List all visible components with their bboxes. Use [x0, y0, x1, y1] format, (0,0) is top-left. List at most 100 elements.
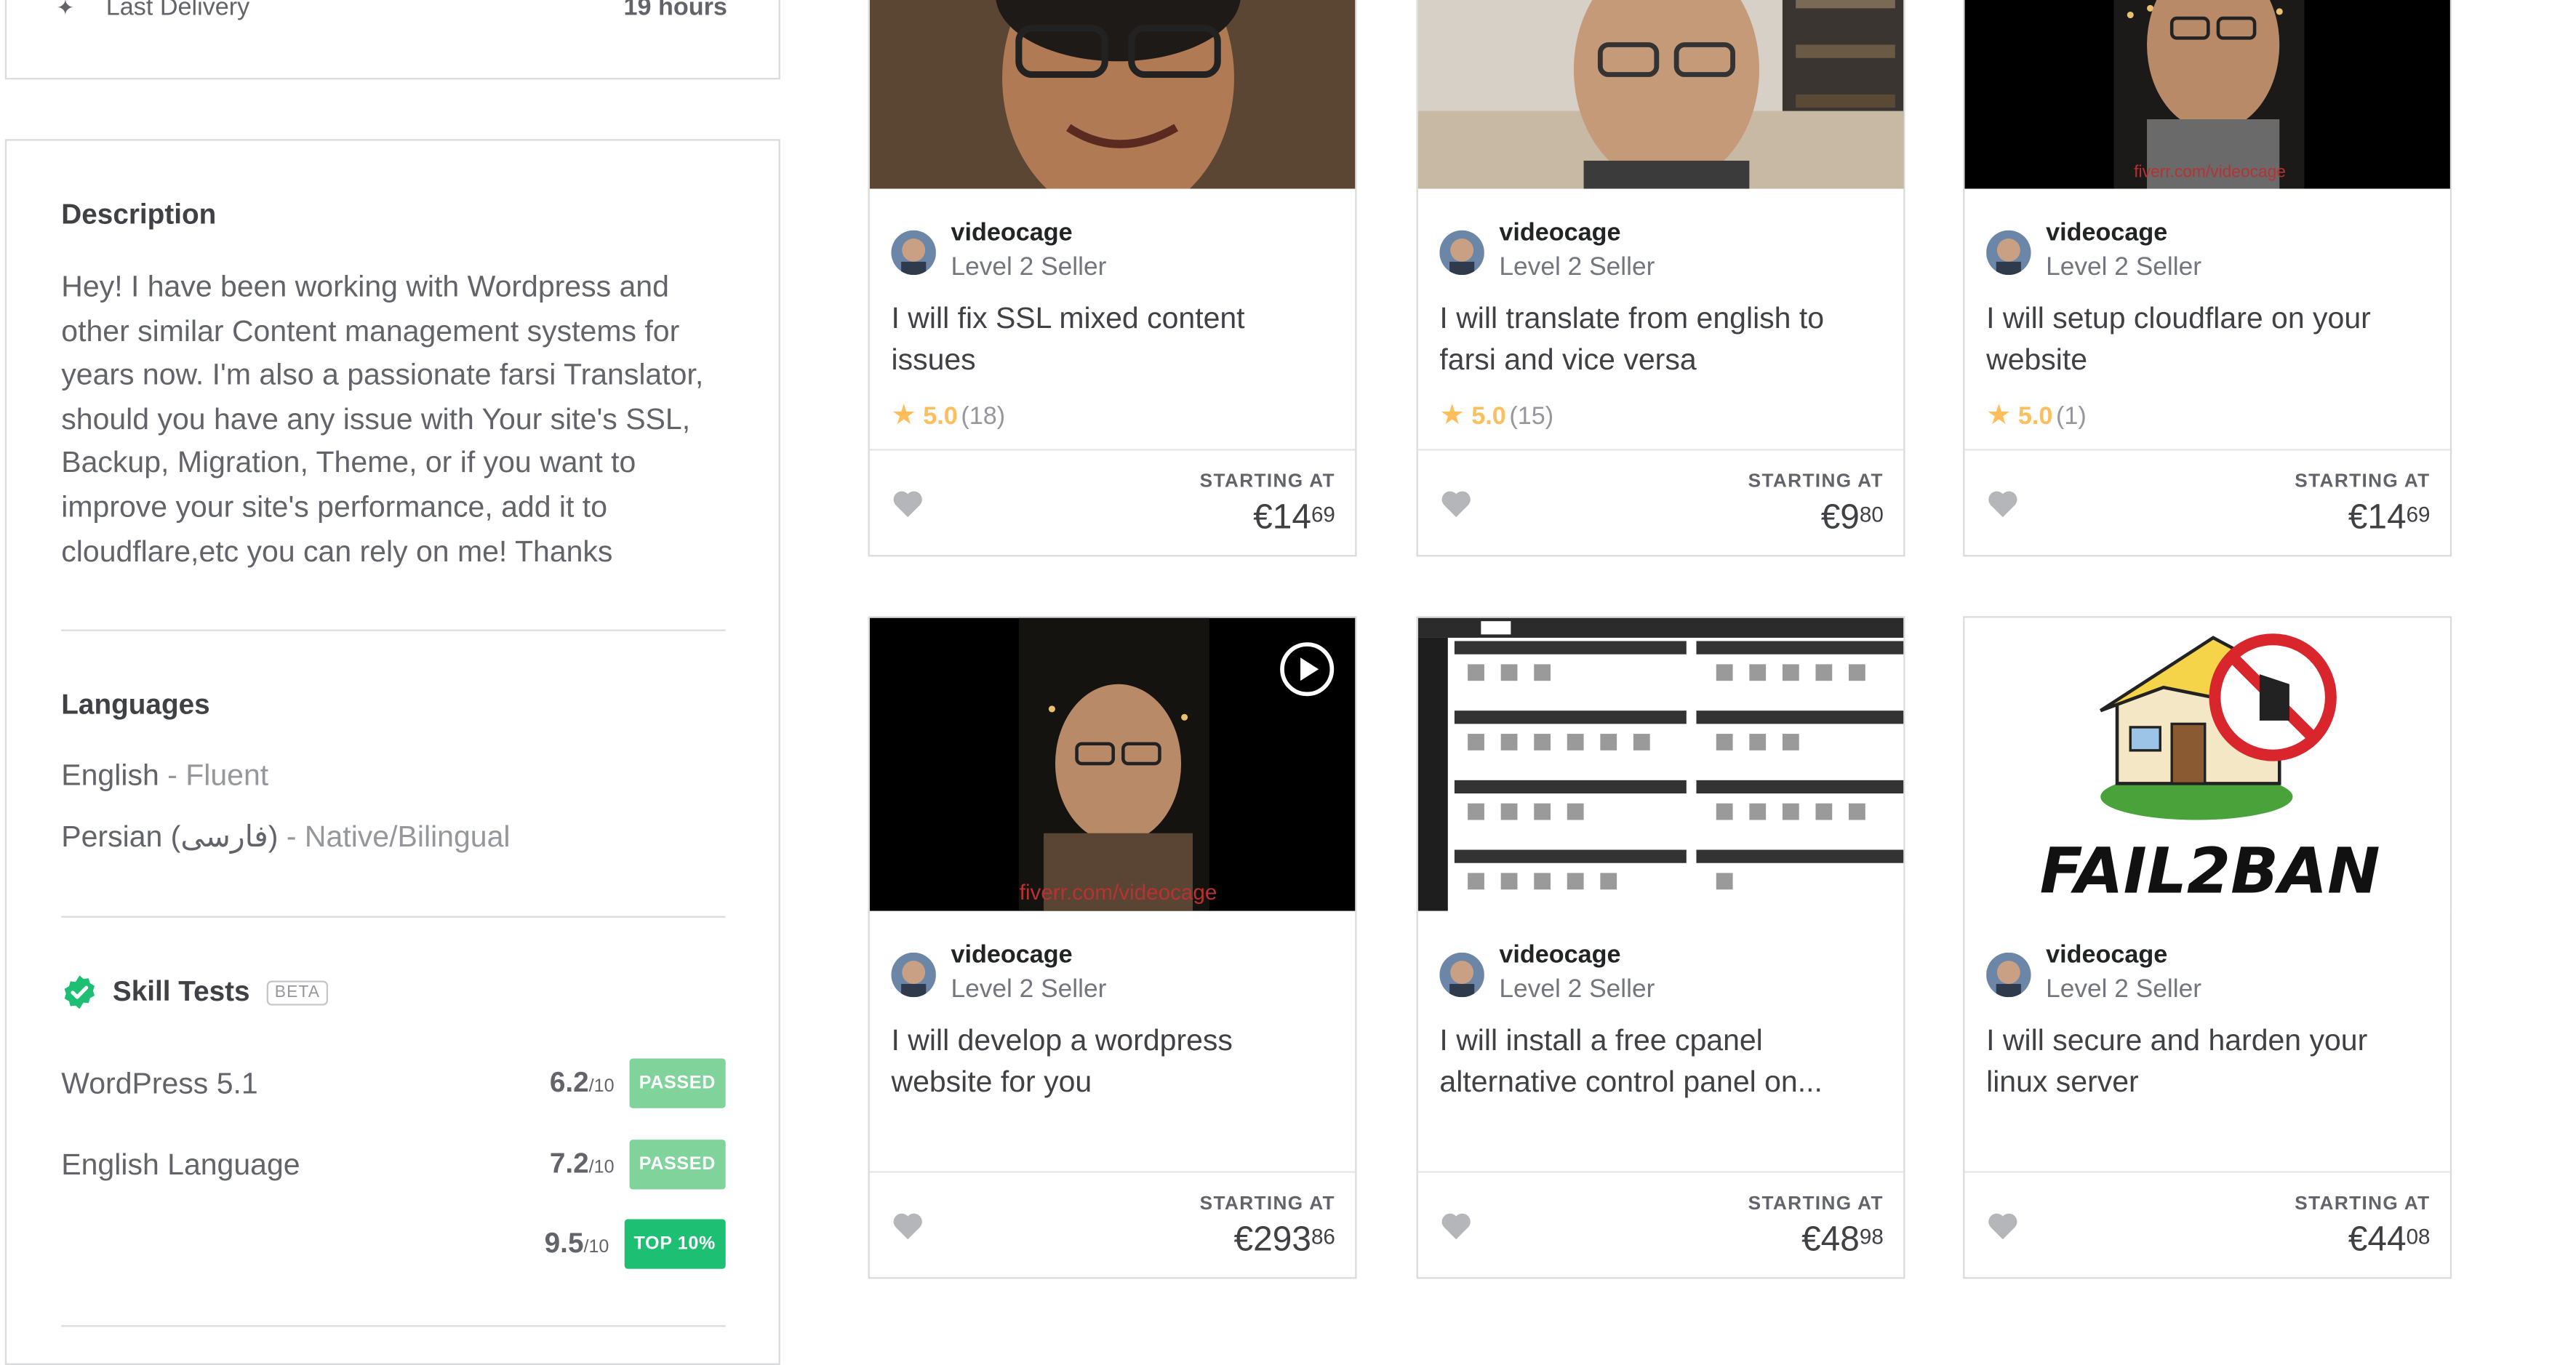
starting-at-label: STARTING AT — [2295, 1194, 2431, 1214]
price-cents: 08 — [2406, 1224, 2431, 1249]
divider — [61, 1325, 726, 1327]
seller-avatar[interactable] — [1986, 229, 2031, 274]
gig-card-footer: STARTING AT €4408 — [1964, 1171, 2450, 1277]
languages-title: Languages — [61, 689, 210, 721]
gig-thumbnail[interactable]: fiverr.com/videocage — [1964, 0, 2450, 189]
pin-icon: ✦ — [56, 0, 75, 20]
language-name: English — [61, 758, 159, 792]
heart-icon[interactable] — [1986, 1211, 2020, 1241]
gig-price: €980 — [1821, 499, 1884, 539]
gig-video-thumbnail: fiverr.com/videocage — [1964, 0, 2450, 189]
gig-seller[interactable]: videocage Level 2 Seller — [891, 940, 1106, 1009]
seller-name[interactable]: videocage — [2046, 940, 2201, 973]
gig-price: €1469 — [1253, 499, 1335, 539]
seller-name[interactable]: videocage — [2046, 217, 2201, 250]
gig-title-link[interactable]: I will translate from english to farsi a… — [1439, 298, 1883, 380]
last-delivery-value: 19 hours — [623, 0, 727, 22]
seller-avatar[interactable] — [1439, 229, 1484, 274]
divider — [61, 916, 726, 918]
gig-card[interactable]: videocage Level 2 Seller I will install … — [1416, 616, 1905, 1279]
heart-icon[interactable] — [891, 1211, 924, 1241]
gig-thumbnail[interactable] — [1417, 0, 1904, 189]
seller-name[interactable]: videocage — [951, 217, 1106, 250]
rating-score: 5.0 — [1471, 401, 1506, 431]
skill-tests-title: Skill Tests — [112, 975, 250, 1007]
play-icon[interactable] — [1279, 641, 1335, 697]
gig-card-footer: STARTING AT €1469 — [869, 449, 1356, 555]
price-cents: 98 — [1859, 1224, 1884, 1249]
heart-icon[interactable] — [1439, 1211, 1473, 1241]
price-cents: 86 — [1311, 1224, 1335, 1249]
video-watermark: fiverr.com/videocage — [2134, 162, 2286, 181]
heart-icon[interactable] — [891, 489, 924, 519]
price-main: €293 — [1233, 1220, 1311, 1260]
gig-card[interactable]: FAIL2BAN videocage Level 2 Seller I will… — [1963, 616, 2452, 1279]
gig-card[interactable]: videocage Level 2 Seller I will fix SSL … — [868, 0, 1357, 557]
price-main: €14 — [2348, 498, 2407, 537]
seller-avatar[interactable] — [1439, 951, 1484, 997]
gig-price: €29386 — [1234, 1221, 1335, 1261]
heart-icon[interactable] — [1439, 489, 1473, 519]
gig-title-link[interactable]: I will develop a wordpress website for y… — [891, 1020, 1335, 1102]
seller-level: Level 2 Seller — [2046, 253, 2202, 282]
star-icon: ★ — [1439, 399, 1465, 431]
skill-row: English Language 7.2/10 PASSED — [61, 1138, 726, 1191]
language-level: - Native/Bilingual — [278, 820, 511, 854]
heart-icon[interactable] — [1986, 489, 2020, 519]
gig-title-link[interactable]: I will install a free cpanel alternative… — [1439, 1020, 1883, 1102]
seller-name[interactable]: videocage — [951, 940, 1106, 973]
starting-at-label: STARTING AT — [1748, 1194, 1884, 1214]
gig-seller[interactable]: videocage Level 2 Seller — [891, 217, 1106, 287]
gig-rating: ★ 5.0 (15) — [1439, 399, 1553, 433]
gig-card[interactable]: videocage Level 2 Seller I will translat… — [1416, 0, 1905, 557]
rating-score: 5.0 — [923, 401, 958, 431]
gig-seller[interactable]: videocage Level 2 Seller — [1439, 217, 1655, 287]
star-icon: ★ — [1986, 399, 2012, 431]
gig-seller[interactable]: videocage Level 2 Seller — [1986, 940, 2201, 1009]
gig-thumbnail[interactable] — [869, 0, 1356, 189]
seller-level: Level 2 Seller — [1499, 975, 1655, 1004]
gig-thumbnail[interactable]: fiverr.com/videocage — [869, 617, 1356, 911]
gig-card[interactable]: fiverr.com/videocage videocage Level 2 S… — [868, 616, 1357, 1279]
language-item: English - Fluent — [61, 758, 268, 793]
gig-card[interactable]: fiverr.com/videocage videocage Level 2 S… — [1963, 0, 2452, 557]
skill-score: 6.2/10 — [550, 1067, 615, 1100]
gig-seller[interactable]: videocage Level 2 Seller — [1986, 217, 2201, 287]
gig-thumbnail[interactable] — [1417, 617, 1904, 911]
gig-card-footer: STARTING AT €1469 — [1964, 449, 2450, 555]
gig-card-footer: STARTING AT €29386 — [869, 1171, 1356, 1277]
skill-name: English Language — [61, 1147, 300, 1180]
seller-name[interactable]: videocage — [1499, 940, 1655, 973]
gig-seller[interactable]: videocage Level 2 Seller — [1439, 940, 1655, 1009]
starting-at-label: STARTING AT — [2295, 472, 2431, 492]
rating-score: 5.0 — [2017, 401, 2053, 431]
description-text: Hey! I have been working with Wordpress … — [61, 270, 704, 568]
seller-avatar[interactable] — [1986, 951, 2031, 997]
gig-thumbnail[interactable]: FAIL2BAN — [1964, 617, 2450, 911]
gig-price: €4408 — [2348, 1221, 2431, 1261]
rating-count: (1) — [2055, 401, 2087, 431]
language-item: Persian (فارسی) - Native/Bilingual — [61, 820, 510, 855]
gig-card-footer: STARTING AT €4898 — [1417, 1171, 1904, 1277]
skill-row: WordPress 5.1 6.2/10 PASSED — [61, 1057, 726, 1110]
fail2ban-logo-image: FAIL2BAN — [1964, 617, 2450, 911]
price-main: €9 — [1820, 498, 1860, 537]
gig-title-link[interactable]: I will setup cloudflare on your website — [1986, 298, 2430, 380]
seller-avatar[interactable] — [891, 951, 936, 997]
gig-rating: ★ 5.0 (1) — [1986, 399, 2087, 433]
gig-price: €4898 — [1801, 1221, 1884, 1261]
skill-score-value: 9.5 — [544, 1227, 584, 1260]
seller-name[interactable]: videocage — [1499, 217, 1655, 250]
skill-row: 9.5/10 TOP 10% — [61, 1217, 726, 1270]
starting-at-label: STARTING AT — [1199, 472, 1335, 492]
skill-score-denominator: /10 — [588, 1076, 615, 1097]
seller-level: Level 2 Seller — [951, 975, 1107, 1004]
gig-title-link[interactable]: I will secure and harden your linux serv… — [1986, 1020, 2430, 1102]
gig-title-link[interactable]: I will fix SSL mixed content issues — [891, 298, 1335, 380]
divider — [61, 629, 726, 631]
skill-tests-header: Skill Tests BETA — [61, 974, 329, 1010]
price-main: €14 — [1253, 498, 1311, 537]
skill-name: WordPress 5.1 — [61, 1065, 258, 1100]
seller-avatar[interactable] — [891, 229, 936, 274]
price-main: €44 — [2348, 1220, 2407, 1260]
